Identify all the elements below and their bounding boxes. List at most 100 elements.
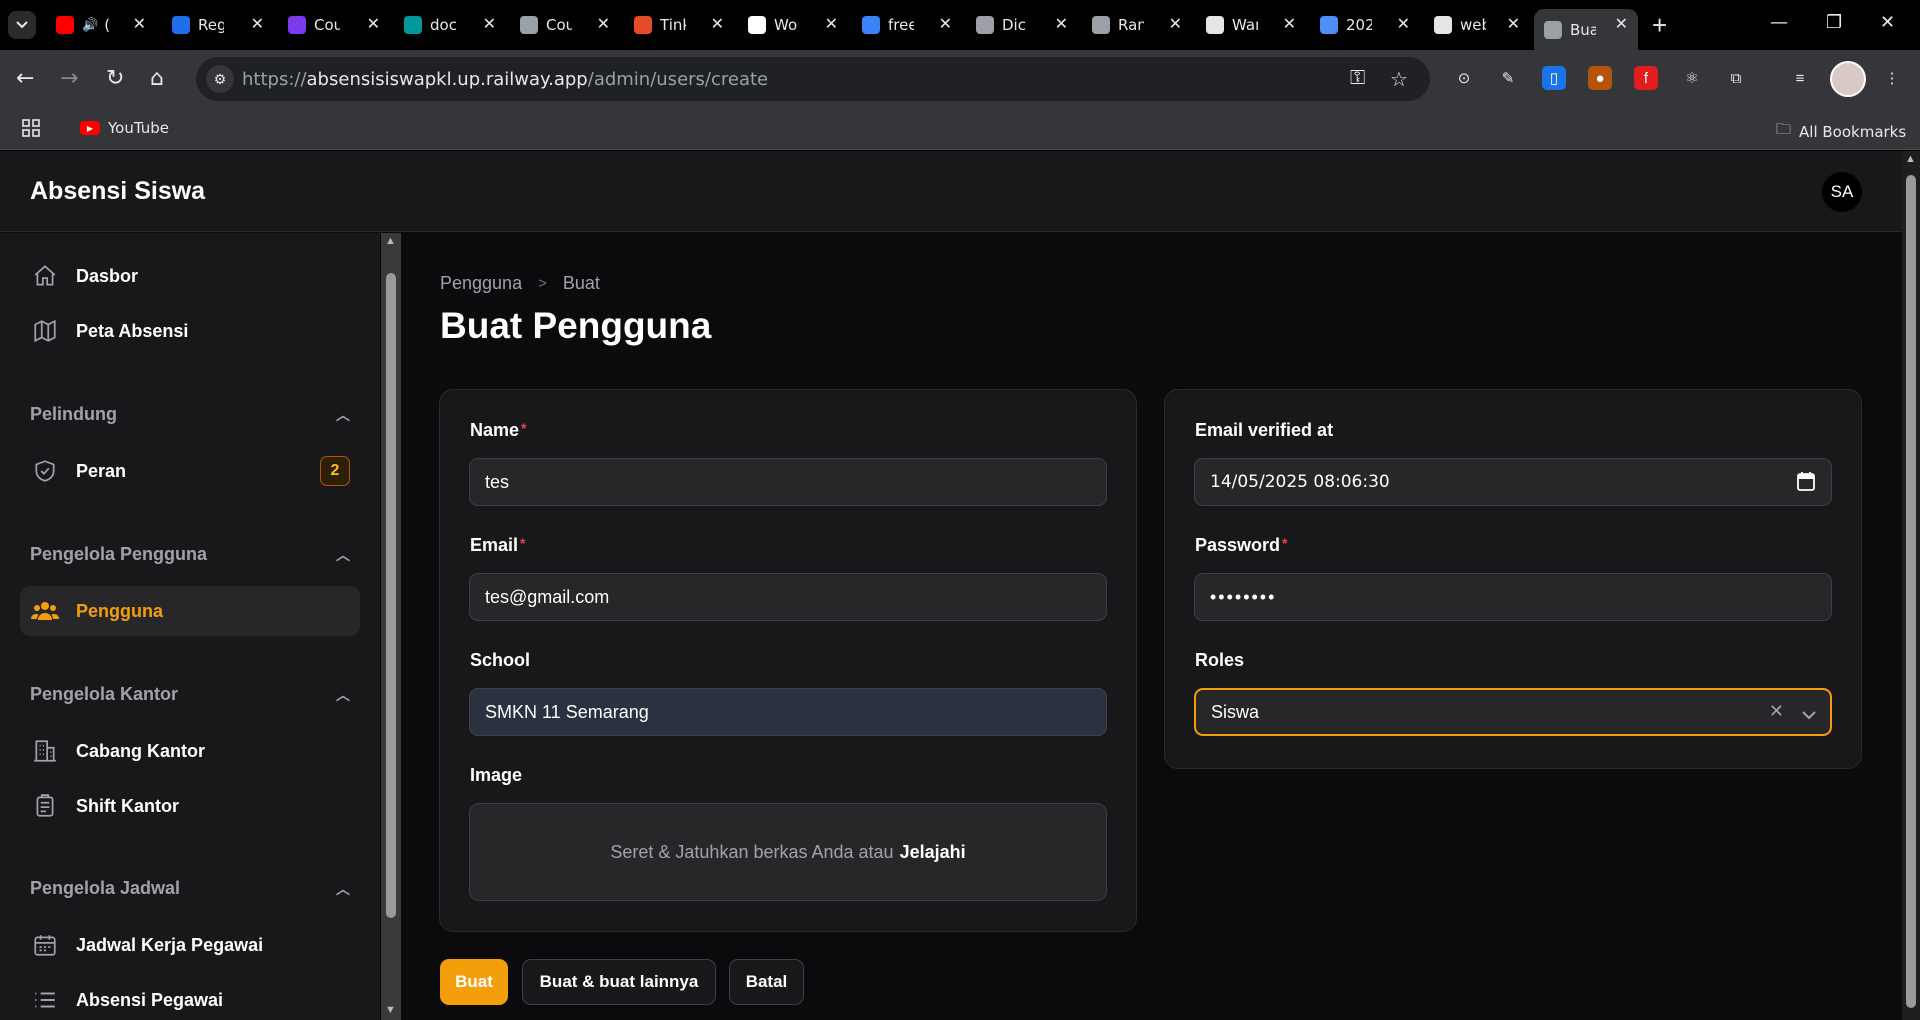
react-icon[interactable]: ⚛ [1680,66,1704,90]
browser-tab[interactable]: 🔊 (✕ [46,9,156,41]
browser-tab[interactable]: Cou ✕ [510,9,620,41]
email-verified-at-input[interactable]: 14/05/2025 08:06:30 [1194,458,1832,506]
password-input[interactable]: •••••••• [1194,573,1832,621]
tab-close-icon[interactable]: ✕ [1507,14,1520,33]
image-dropzone[interactable]: Seret & Jatuhkan berkas Anda atau Jelaja… [469,803,1107,901]
browser-tab[interactable]: Cou ✕ [278,9,390,41]
tab-close-icon[interactable]: ✕ [1055,14,1068,33]
tab-close-icon[interactable]: ✕ [711,14,724,33]
browser-tab[interactable]: Ran ✕ [1082,9,1192,41]
sidebar-scrollbar[interactable]: ▲ ▼ [381,233,401,1020]
close-window-button[interactable]: ✕ [1880,12,1895,33]
extension-f-icon[interactable]: f [1634,66,1658,90]
media-control-icon[interactable]: ≡ [1788,66,1812,90]
url-text[interactable]: https://absensisiswapkl.up.railway.app/a… [242,69,768,90]
sidebar-group-pengelola-kantor[interactable]: Pengelola Kantor ︿ [30,684,350,705]
back-button[interactable]: ← [16,66,34,91]
bookmark-youtube[interactable]: ▶ YouTube [80,119,169,137]
create-button[interactable]: Buat [440,959,508,1005]
eyedropper-icon[interactable]: ✎ [1496,66,1520,90]
speaker-icon[interactable]: 🔊 [82,18,98,33]
tab-search-button[interactable] [8,11,36,39]
breadcrumb-link-pengguna[interactable]: Pengguna [440,273,522,294]
extension-screen-icon[interactable]: ⊙ [1452,66,1476,90]
minimize-button[interactable]: — [1770,12,1788,33]
browser-tab[interactable]: War ✕ [1196,9,1306,41]
address-bar[interactable]: ⚙ https://absensisiswapkl.up.railway.app… [196,57,1430,101]
sidebar-item-dasbor[interactable]: Dasbor [20,251,360,301]
main-scrollbar-thumb[interactable] [1906,175,1916,1008]
all-bookmarks[interactable]: 🗀 All Bookmarks [1776,119,1906,144]
browser-tab[interactable]: 202 ✕ [1310,9,1420,41]
scroll-up-arrow-icon[interactable]: ▲ [385,235,396,247]
browser-tab[interactable]: Dic ✕ [966,9,1078,41]
browser-tab[interactable]: web ✕ [1424,9,1530,41]
sidebar-item-cabang-kantor[interactable]: Cabang Kantor [20,726,360,776]
browse-link[interactable]: Jelajahi [900,842,966,863]
cancel-button[interactable]: Batal [729,959,804,1005]
calendar-picker-icon[interactable] [1797,471,1815,496]
star-icon[interactable]: ☆ [1390,67,1408,92]
sidebar-item-peta-absensi[interactable]: Peta Absensi [20,306,360,356]
main-scrollbar[interactable]: ▲ [1902,151,1920,1020]
reload-button[interactable]: ↻ [106,66,124,91]
forward-button[interactable]: → [60,66,78,91]
sidebar-item-jadwal-kerja-pegawai[interactable]: Jadwal Kerja Pegawai [20,920,360,970]
browser-tab[interactable]: Bua ✕ [1534,9,1638,50]
sidebar-group-label: Pelindung [30,404,117,424]
browser-tab[interactable]: doc ✕ [394,9,506,41]
browser-tab[interactable]: Reg ✕ [162,9,274,41]
tab-title: War [1232,16,1258,34]
sidebar-item-label: Cabang Kantor [76,740,206,761]
sidebar-scrollbar-thumb[interactable] [386,273,396,918]
new-tab-button[interactable]: + [1652,10,1667,41]
tab-title: Tink [660,16,686,34]
tab-close-icon[interactable]: ✕ [1283,14,1296,33]
extension-copy-icon[interactable]: ▯ [1542,66,1566,90]
sidebar-group-pengelola-pengguna[interactable]: Pengelola Pengguna ︿ [30,544,350,565]
create-another-button[interactable]: Buat & buat lainnya [522,959,716,1005]
tab-close-icon[interactable]: ✕ [1615,14,1628,33]
tab-close-icon[interactable]: ✕ [1397,14,1410,33]
sidebar-group-label: Pengelola Kantor [30,684,179,704]
name-input[interactable]: tes [469,458,1107,506]
email-input[interactable]: tes@gmail.com [469,573,1107,621]
sidebar-group-pengelola-jadwal[interactable]: Pengelola Jadwal ︿ [30,878,350,899]
sidebar-item-absensi-pegawai[interactable]: Absensi Pegawai [20,975,360,1020]
extension-cookie-icon[interactable]: ● [1588,66,1612,90]
browser-tab[interactable]: free ✕ [852,9,962,41]
site-info-icon[interactable]: ⚙ [206,65,234,93]
school-label: School [470,650,531,670]
menu-dots-icon[interactable]: ⋮ [1880,66,1904,90]
chevron-up-icon: ︿ [336,880,350,897]
user-avatar[interactable]: SA [1822,172,1862,212]
roles-select[interactable]: Siswa ✕ [1194,688,1832,736]
tab-close-icon[interactable]: ✕ [133,14,146,33]
browser-tab[interactable]: Tink ✕ [624,9,734,41]
users-icon [30,596,60,626]
app-brand[interactable]: Absensi Siswa [30,177,205,206]
tab-close-icon[interactable]: ✕ [825,14,838,33]
tab-close-icon[interactable]: ✕ [939,14,952,33]
apps-grid-icon[interactable] [22,119,40,137]
chevron-down-icon[interactable] [1802,704,1816,725]
sidebar-group-pelindung[interactable]: Pelindung ︿ [30,404,350,425]
puzzle-icon[interactable]: ⧉ [1724,66,1748,90]
scroll-down-arrow-icon[interactable]: ▼ [385,1004,396,1016]
restore-button[interactable]: ❐ [1826,12,1842,33]
browser-tab[interactable]: Wo ✕ [738,9,848,41]
clear-icon[interactable]: ✕ [1769,701,1784,722]
tab-close-icon[interactable]: ✕ [483,14,496,33]
tab-close-icon[interactable]: ✕ [1169,14,1182,33]
sidebar-item-shift-kantor[interactable]: Shift Kantor [20,781,360,831]
tab-close-icon[interactable]: ✕ [597,14,610,33]
key-icon[interactable]: ⚿ [1350,67,1365,90]
scroll-up-arrow-icon[interactable]: ▲ [1905,153,1916,165]
tab-close-icon[interactable]: ✕ [367,14,380,33]
sidebar-item-pengguna[interactable]: Pengguna [20,586,360,636]
profile-avatar[interactable] [1830,61,1866,97]
home-button[interactable]: ⌂ [150,66,164,91]
sidebar-item-peran[interactable]: Peran 2 [20,446,360,496]
school-input[interactable]: SMKN 11 Semarang [469,688,1107,736]
tab-close-icon[interactable]: ✕ [251,14,264,33]
